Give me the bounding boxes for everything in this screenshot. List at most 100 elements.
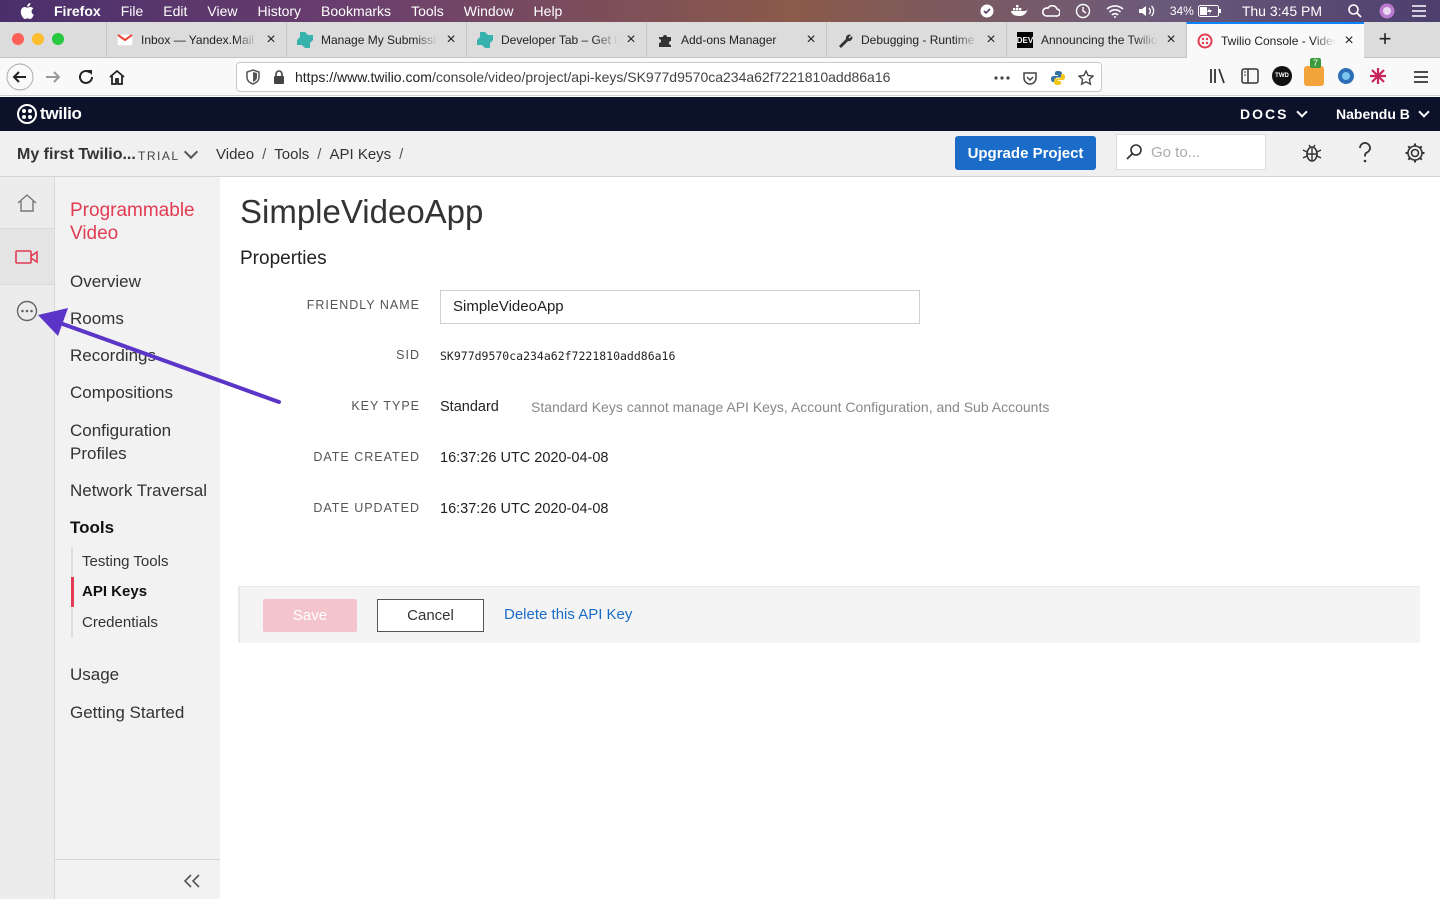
breadcrumb-video[interactable]: Video	[216, 146, 254, 163]
menu-edit[interactable]: Edit	[163, 3, 187, 19]
extension-badge-icon[interactable]: 7	[1304, 58, 1324, 86]
creative-cloud-icon[interactable]	[1041, 4, 1060, 18]
sidebar-subitem-testing-tools[interactable]: Testing Tools	[71, 547, 220, 577]
side-nav-title[interactable]: Programmable Video	[70, 199, 215, 245]
menu-tools[interactable]: Tools	[411, 3, 444, 19]
url-path: /console/video/project/api-keys/SK977d95…	[431, 69, 891, 85]
minimize-window-button[interactable]	[32, 33, 44, 45]
sidebar-toggle-icon[interactable]	[1240, 66, 1260, 86]
close-tab-icon[interactable]: ×	[1342, 33, 1356, 49]
rail-video[interactable]	[0, 229, 54, 285]
debugger-bug-icon[interactable]	[1300, 141, 1324, 165]
menu-app-name[interactable]: Firefox	[54, 3, 101, 19]
browser-tab[interactable]: DEV Announcing the Twilio ×	[1006, 22, 1186, 58]
sidebar-item-network-traversal[interactable]: Network Traversal	[70, 479, 215, 502]
project-chevron-down-icon[interactable]	[183, 144, 199, 160]
python-icon[interactable]	[1049, 69, 1067, 87]
help-icon[interactable]	[1353, 141, 1377, 165]
sidebar-item-rooms[interactable]: Rooms	[70, 307, 215, 330]
extension-twd-icon[interactable]: TWD	[1272, 66, 1292, 86]
extension-lastpass-icon[interactable]	[1368, 66, 1388, 86]
close-tab-icon[interactable]: ×	[264, 32, 278, 48]
wifi-icon[interactable]	[1106, 4, 1124, 18]
cancel-button[interactable]: Cancel	[377, 599, 484, 632]
hashnode-icon	[477, 32, 493, 48]
close-tab-icon[interactable]: ×	[1164, 32, 1178, 48]
breadcrumb-api-keys[interactable]: API Keys	[329, 146, 391, 163]
notification-center-icon[interactable]	[1410, 4, 1428, 18]
docs-menu[interactable]: DOCS	[1240, 106, 1309, 122]
library-icon[interactable]	[1208, 66, 1228, 86]
back-arrow-icon	[6, 63, 34, 91]
user-menu[interactable]: Nabendu B	[1336, 106, 1430, 122]
lock-icon[interactable]	[273, 70, 285, 84]
bookmark-star-icon[interactable]	[1077, 69, 1095, 87]
sidebar-item-configuration-profiles[interactable]: Configuration Profiles	[70, 419, 215, 465]
sidebar-subitem-credentials[interactable]: Credentials	[71, 608, 220, 638]
friendly-name-input[interactable]: SimpleVideoApp	[440, 290, 920, 324]
url-bar[interactable]: https://www.twilio.com/console/video/pro…	[236, 62, 1102, 92]
delete-api-key-link[interactable]: Delete this API Key	[504, 606, 632, 623]
page-actions-icon[interactable]	[993, 69, 1011, 87]
twilio-icon	[1197, 33, 1213, 49]
collapse-sidebar-button[interactable]	[55, 859, 220, 899]
menu-clock[interactable]: Thu 3:45 PM	[1242, 3, 1322, 19]
apple-icon[interactable]	[20, 3, 34, 19]
close-window-button[interactable]	[12, 33, 24, 45]
close-tab-icon[interactable]: ×	[804, 32, 818, 48]
volume-icon[interactable]	[1138, 4, 1156, 18]
menu-view[interactable]: View	[207, 3, 237, 19]
browser-tab[interactable]: Add-ons Manager ×	[646, 22, 826, 58]
spotlight-icon[interactable]	[1346, 4, 1364, 18]
battery-icon[interactable]	[1197, 4, 1222, 18]
close-tab-icon[interactable]: ×	[444, 32, 458, 48]
menu-help[interactable]: Help	[534, 3, 563, 19]
browser-tab[interactable]: Debugging - Runtime / ×	[826, 22, 1006, 58]
extension-globe-icon[interactable]	[1336, 66, 1356, 86]
home-button[interactable]	[102, 62, 132, 92]
forward-button[interactable]	[38, 62, 68, 92]
breadcrumb-tools[interactable]: Tools	[274, 146, 309, 163]
tab-title: Twilio Console - Video	[1221, 34, 1336, 48]
goto-placeholder: Go to...	[1151, 143, 1201, 161]
menu-file[interactable]: File	[121, 3, 144, 19]
menu-bookmarks[interactable]: Bookmarks	[321, 3, 391, 19]
zoom-window-button[interactable]	[52, 33, 64, 45]
goto-search-input[interactable]: Go to...	[1116, 134, 1266, 170]
friendly-name-label: FRIENDLY NAME	[306, 298, 420, 312]
menu-window[interactable]: Window	[464, 3, 514, 19]
project-name[interactable]: My first Twilio...	[17, 146, 136, 164]
close-tab-icon[interactable]: ×	[624, 32, 638, 48]
sidebar-item-compositions[interactable]: Compositions	[70, 381, 215, 404]
time-machine-icon[interactable]	[1074, 3, 1092, 19]
browser-tab[interactable]: Developer Tab – Get the ×	[466, 22, 646, 58]
menu-history[interactable]: History	[257, 3, 301, 19]
twilio-logo[interactable]: twilio	[17, 104, 82, 124]
new-tab-button[interactable]: +	[1372, 27, 1398, 53]
siri-icon[interactable]	[1378, 3, 1396, 19]
browser-tab[interactable]: Inbox — Yandex.Mail ×	[106, 22, 286, 58]
gear-icon[interactable]	[1403, 141, 1427, 165]
project-bar: My first Twilio... TRIAL Video / Tools /…	[0, 131, 1440, 177]
app-menu-button[interactable]	[1406, 62, 1436, 92]
rail-home[interactable]	[0, 177, 54, 229]
status-icon[interactable]	[978, 4, 996, 18]
upgrade-project-button[interactable]: Upgrade Project	[955, 136, 1096, 170]
pocket-icon[interactable]	[1021, 69, 1039, 87]
close-tab-icon[interactable]: ×	[984, 32, 998, 48]
sidebar-item-usage[interactable]: Usage	[70, 663, 215, 686]
back-button[interactable]	[5, 62, 35, 92]
sidebar-subitem-api-keys[interactable]: API Keys	[71, 577, 220, 607]
rail-more[interactable]	[0, 285, 54, 337]
sidebar-item-overview[interactable]: Overview	[70, 270, 215, 293]
sidebar-item-tools[interactable]: Tools	[70, 516, 215, 539]
reload-button[interactable]	[71, 62, 101, 92]
browser-tab-active[interactable]: Twilio Console - Video ×	[1186, 22, 1364, 58]
tracking-shield-icon[interactable]	[245, 69, 261, 85]
save-button[interactable]: Save	[263, 599, 357, 632]
sidebar-item-recordings[interactable]: Recordings	[70, 344, 215, 367]
browser-tab[interactable]: Manage My Submissions ×	[286, 22, 466, 58]
sidebar-item-getting-started[interactable]: Getting Started	[70, 701, 215, 724]
docker-icon[interactable]	[1010, 4, 1028, 18]
more-dots-icon	[16, 300, 38, 322]
